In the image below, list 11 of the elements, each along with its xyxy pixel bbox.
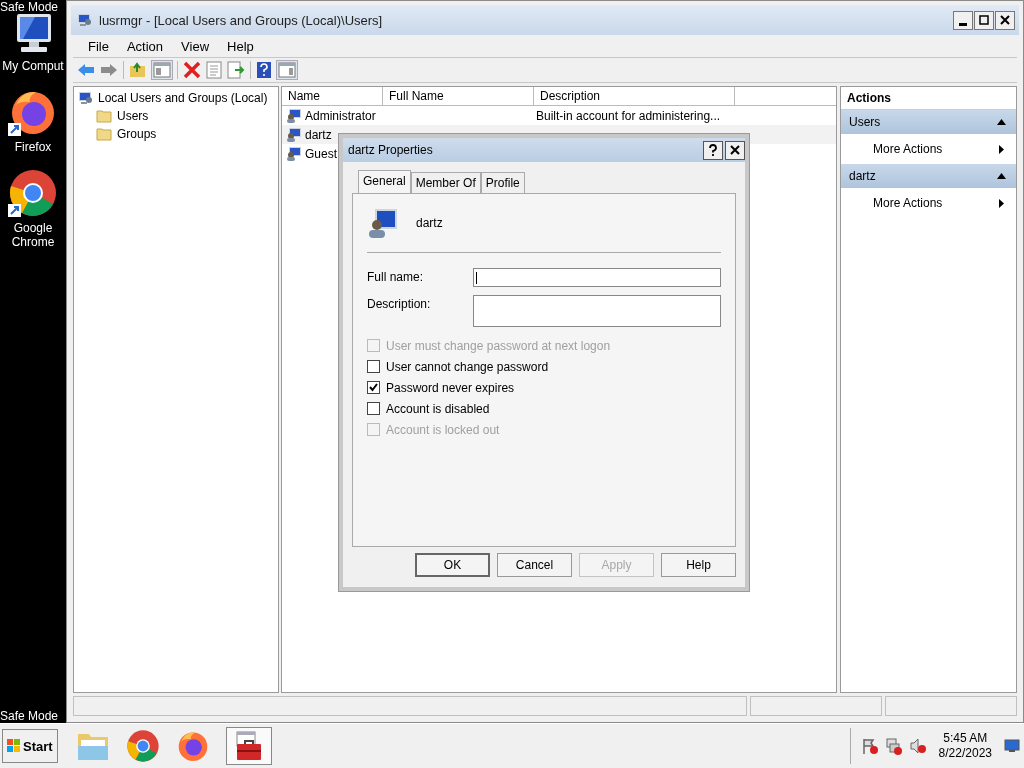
dialog-title: dartz Properties (348, 143, 433, 157)
table-cell: dartz (305, 127, 332, 142)
user-name: dartz (416, 216, 443, 230)
safe-mode-label: Safe Mode (0, 0, 60, 14)
field-label: Description: (367, 296, 432, 313)
window-title: lusrmgr - [Local Users and Groups (Local)\Users] (99, 12, 384, 28)
table-cell: Administrator (305, 108, 376, 123)
table-cell: Guest (305, 146, 337, 161)
table-cell-text: Built-in account for administering... (535, 108, 722, 123)
safe-mode-label: Safe Mode (0, 709, 60, 723)
field-label: Full name: (367, 269, 425, 286)
